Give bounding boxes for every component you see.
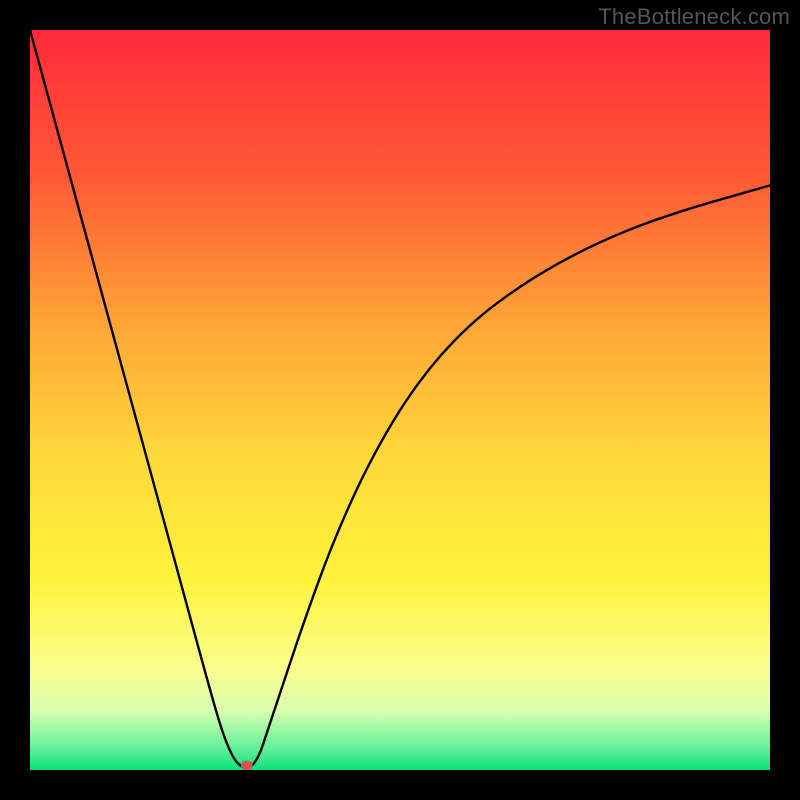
bottleneck-chart	[30, 30, 770, 770]
chart-container: TheBottleneck.com	[0, 0, 800, 800]
gradient-background	[30, 30, 770, 770]
watermark-text: TheBottleneck.com	[598, 4, 790, 30]
plot-area	[30, 30, 770, 770]
